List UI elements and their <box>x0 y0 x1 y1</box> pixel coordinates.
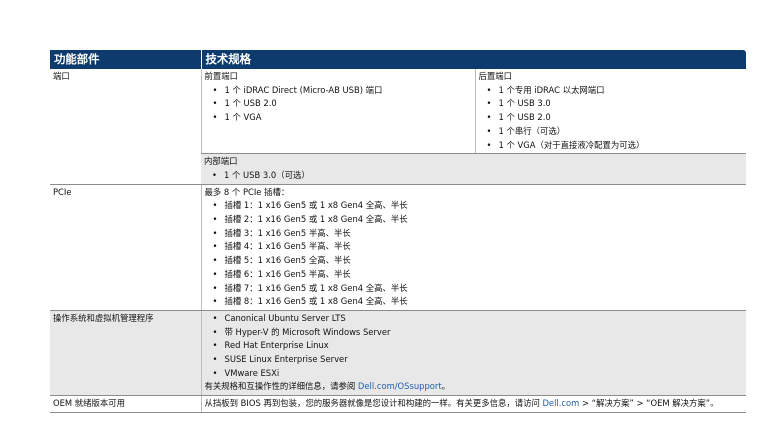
list-item: 插槽 6：1 x16 Gen5 半高、半长 <box>213 268 744 282</box>
feature-oem: OEM 就绪版本可用 <box>50 395 201 413</box>
oem-text: 从挡板到 BIOS 再到包装，您的服务器就像是您设计和构建的一样。有关更多信息，… <box>204 398 543 409</box>
pcie-slot-list: 插槽 1：1 x16 Gen5 或 1 x8 Gen4 全高、半长 插槽 2：1… <box>205 199 744 309</box>
table-row-oem: OEM 就绪版本可用 从挡板到 BIOS 再到包装，您的服务器就像是您设计和构建… <box>50 395 747 413</box>
list-item: Canonical Ubuntu Server LTS <box>213 312 744 326</box>
rear-ports-title: 后置端口 <box>478 71 513 81</box>
internal-ports-title: 内部端口 <box>204 156 238 167</box>
list-item: SUSE Linux Enterprise Server <box>213 353 744 367</box>
list-item: 1 个 iDRAC Direct (Micro-AB USB) 端口 <box>213 84 472 98</box>
oem-text-suffix: > “解决方案” > “OEM 解决方案”。 <box>579 398 719 409</box>
header-feature: 功能部件 <box>50 50 202 69</box>
rear-ports-cell: 后置端口 1 个专用 iDRAC 以太网端口 1 个 USB 3.0 1 个 U… <box>474 69 747 155</box>
header-spec: 技术规格 <box>201 50 747 69</box>
list-item: 插槽 8：1 x16 Gen5 或 1 x8 Gen4 全高、半长 <box>213 295 744 309</box>
rear-ports-list: 1 个专用 iDRAC 以太网端口 1 个 USB 3.0 1 个 USB 2.… <box>479 84 744 153</box>
table-row-pcie: PCIe 最多 8 个 PCIe 插槽： 插槽 1：1 x16 Gen5 或 1… <box>50 184 747 311</box>
list-item: 带 Hyper-V 的 Microsoft Windows Server <box>213 326 744 340</box>
feature-pcie: PCIe <box>50 184 201 311</box>
table-row-os: 操作系统和虚拟机管理程序 Canonical Ubuntu Server LTS… <box>50 310 747 397</box>
table-header: 功能部件 技术规格 <box>50 50 747 69</box>
feature-ports: 端口 <box>50 69 201 185</box>
os-support-link[interactable]: Dell.com/OSsupport <box>358 381 442 391</box>
list-item: 1 个 USB 3.0 <box>487 97 744 111</box>
os-note-suffix: 。 <box>441 381 450 392</box>
pcie-cell: 最多 8 个 PCIe 插槽： 插槽 1：1 x16 Gen5 或 1 x8 G… <box>200 184 747 311</box>
list-item: 插槽 3：1 x16 Gen5 半高、半长 <box>213 227 744 241</box>
list-item: 1 个 VGA（对于直接液冷配置为可选） <box>487 139 744 153</box>
list-item: 插槽 1：1 x16 Gen5 或 1 x8 Gen4 全高、半长 <box>213 199 744 213</box>
list-item: Red Hat Enterprise Linux <box>213 339 744 353</box>
list-item: 插槽 7：1 x16 Gen5 或 1 x8 Gen4 全高、半长 <box>213 282 744 296</box>
list-item: 1 个 USB 2.0 <box>487 111 744 125</box>
list-item: 1 个 VGA <box>213 111 472 125</box>
list-item: VMware ESXi <box>213 367 744 381</box>
pcie-intro: 最多 8 个 PCIe 插槽： <box>204 186 290 197</box>
internal-ports-cell: 内部端口 1 个 USB 3.0（可选） <box>201 153 747 185</box>
table-row-ports: 端口 前置端口 1 个 iDRAC Direct (Micro-AB USB) … <box>50 69 747 185</box>
list-item: 1 个串行（可选） <box>487 125 744 139</box>
front-ports-title: 前置端口 <box>204 71 239 81</box>
list-item: 插槽 5：1 x16 Gen5 全高、半长 <box>213 254 744 268</box>
front-ports-list: 1 个 iDRAC Direct (Micro-AB USB) 端口 1 个 U… <box>205 84 472 125</box>
os-list: Canonical Ubuntu Server LTS 带 Hyper-V 的 … <box>205 312 744 381</box>
list-item: 插槽 4：1 x16 Gen5 半高、半长 <box>213 240 744 254</box>
os-note: 有关规格和互操作性的详细信息，请参阅 Dell.com/OSsupport。 <box>205 380 744 394</box>
os-note-text: 有关规格和互操作性的详细信息，请参阅 <box>204 381 358 392</box>
list-item: 1 个专用 iDRAC 以太网端口 <box>487 84 744 98</box>
list-item: 1 个 USB 2.0 <box>213 97 472 111</box>
list-item: 插槽 2：1 x16 Gen5 或 1 x8 Gen4 全高、半长 <box>213 213 744 227</box>
front-ports-cell: 前置端口 1 个 iDRAC Direct (Micro-AB USB) 端口 … <box>200 69 475 155</box>
internal-ports-list: 1 个 USB 3.0（可选） <box>204 169 743 183</box>
list-item: 1 个 USB 3.0（可选） <box>212 169 743 183</box>
oem-cell: 从挡板到 BIOS 再到包装，您的服务器就像是您设计和构建的一样。有关更多信息，… <box>200 395 747 413</box>
os-cell: Canonical Ubuntu Server LTS 带 Hyper-V 的 … <box>200 310 747 397</box>
spec-table: 功能部件 技术规格 端口 前置端口 1 个 iDRAC Direct (Micr… <box>50 50 747 413</box>
dell-link[interactable]: Dell.com <box>542 398 579 408</box>
feature-os: 操作系统和虚拟机管理程序 <box>50 310 201 397</box>
